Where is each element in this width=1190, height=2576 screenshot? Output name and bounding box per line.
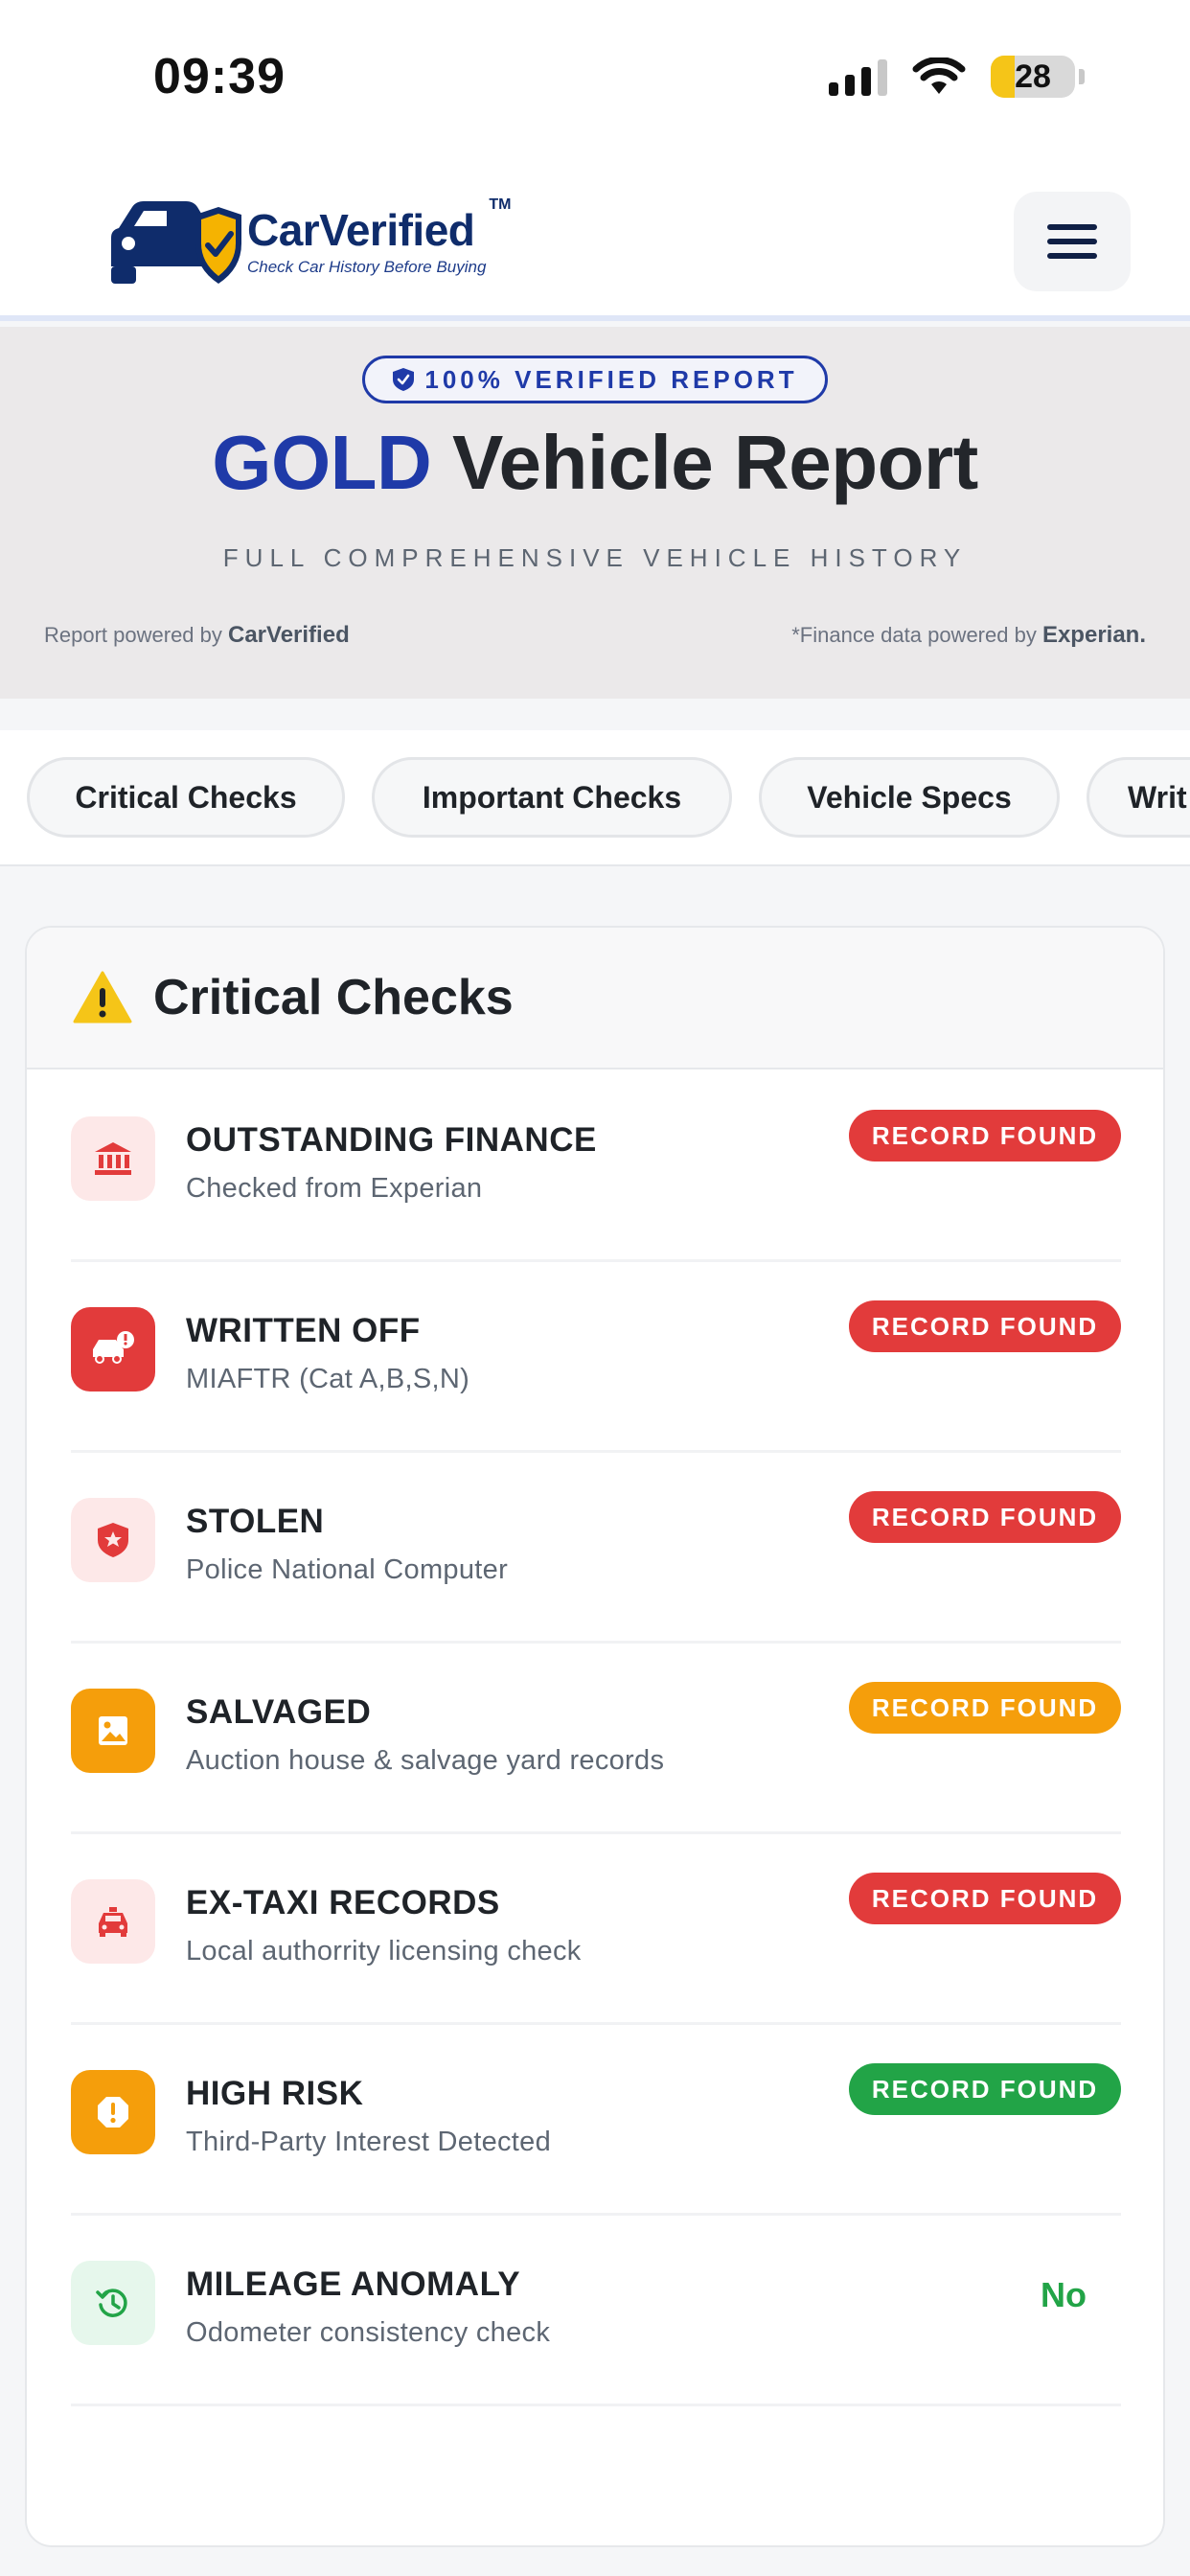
taxi-icon: [71, 1879, 155, 1964]
check-title: WRITTEN OFF: [186, 1312, 421, 1349]
wifi-icon: [912, 58, 966, 94]
report-hero: 100% VERIFIED REPORT GOLD Vehicle Report…: [0, 327, 1190, 699]
page-title: GOLD Vehicle Report: [0, 419, 1190, 507]
verified-report-badge: 100% VERIFIED REPORT: [362, 356, 828, 403]
check-source: MIAFTR (Cat A,B,S,N): [186, 1364, 470, 1394]
car-crash-icon: [71, 1307, 155, 1392]
verified-badge-text: 100% VERIFIED REPORT: [424, 364, 798, 394]
alert-octagon-icon: [71, 2070, 155, 2154]
status-bar: 09:39 28: [0, 0, 1190, 163]
hamburger-menu-button[interactable]: [1014, 192, 1131, 291]
status-badge: RECORD FOUND: [849, 1110, 1121, 1162]
image-icon: [71, 1689, 155, 1773]
status-badge: RECORD FOUND: [849, 1491, 1121, 1543]
menu-icon: [1047, 224, 1097, 230]
check-row: OUTSTANDING FINANCE Checked from Experian…: [71, 1071, 1121, 1262]
check-row: STOLEN Police National Computer RECORD FOU…: [71, 1453, 1121, 1644]
title-highlight: GOLD: [212, 420, 432, 505]
carverified-logo[interactable]: CarVerified TM Check Car History Before …: [100, 182, 535, 299]
logo-tagline: Check Car History Before Buying: [247, 258, 487, 276]
report-powered-by: Report powered by CarVerified: [44, 622, 350, 649]
car-shield-logo-icon: [100, 188, 243, 293]
powered-left-prefix: Report powered by: [44, 623, 228, 647]
check-row: WRITTEN OFF MIAFTR (Cat A,B,S,N) RECORD FO…: [71, 1262, 1121, 1453]
check-title: OUTSTANDING FINANCE: [186, 1121, 597, 1159]
powered-right-brand: Experian.: [1041, 622, 1146, 648]
check-title: HIGH RISK: [186, 2075, 364, 2112]
police-shield-icon: [71, 1498, 155, 1582]
history-icon: [71, 2261, 155, 2345]
check-title: SALVAGED: [186, 1693, 372, 1731]
check-source: Police National Computer: [186, 1554, 509, 1585]
title-rest: Vehicle Report: [431, 420, 978, 505]
page-subtitle: FULL COMPREHENSIVE VEHICLE HISTORY: [222, 543, 968, 572]
shield-check-icon: [393, 368, 415, 391]
status-badge: RECORD FOUND: [849, 1682, 1121, 1734]
check-source: Local authorrity licensing check: [186, 1936, 582, 1966]
critical-checks-card: Critical Checks OUTSTANDING FINANCE Check…: [25, 926, 1165, 2547]
tab-critical-checks[interactable]: Critical Checks: [27, 757, 345, 838]
check-row: EX-TAXI RECORDS Local authorrity licensin…: [71, 1834, 1121, 2025]
status-badge: RECORD FOUND: [849, 2063, 1121, 2115]
check-row: SALVAGED Auction house & salvage yard rec…: [71, 1644, 1121, 1834]
warning-icon: [73, 971, 132, 1024]
card-title: Critical Checks: [153, 970, 514, 1025]
check-source: Odometer consistency check: [186, 2317, 551, 2348]
check-title: MILEAGE ANOMALY: [186, 2266, 521, 2303]
status-time: 09:39: [153, 49, 286, 104]
check-source: Third-Party Interest Detected: [186, 2127, 552, 2157]
logo-name: CarVerified: [247, 205, 475, 255]
battery-indicator: 28: [991, 56, 1075, 98]
status-badge: RECORD FOUND: [849, 1873, 1121, 1924]
card-header: Critical Checks: [27, 928, 1163, 1070]
status-icons: 28: [829, 56, 1085, 98]
tab-important-checks[interactable]: Important Checks: [372, 757, 732, 838]
logo-trademark: TM: [489, 196, 512, 213]
cellular-signal-icon: [829, 58, 887, 96]
check-row: MILEAGE ANOMALY Odometer consistency chec…: [71, 2216, 1121, 2406]
finance-powered-by: *Finance data powered by Experian.: [791, 622, 1146, 649]
status-value: No: [1041, 2275, 1087, 2314]
tab-written-off[interactable]: Writ: [1087, 757, 1190, 838]
check-source: Checked from Experian: [186, 1173, 483, 1204]
check-title: EX-TAXI RECORDS: [186, 1884, 500, 1921]
site-header: CarVerified TM Check Car History Before …: [0, 163, 1190, 321]
status-badge: RECORD FOUND: [849, 1300, 1121, 1352]
battery-tip: [1079, 69, 1085, 84]
section-tabs: Critical Checks Important Checks Vehicle…: [0, 730, 1190, 866]
logo-wordmark: CarVerified TM Check Car History Before …: [247, 196, 511, 277]
check-title: STOLEN: [186, 1503, 325, 1540]
powered-right-prefix: *Finance data powered by: [791, 623, 1042, 647]
check-source: Auction house & salvage yard records: [186, 1745, 665, 1776]
battery-level: 28: [1015, 58, 1051, 95]
tab-vehicle-specs[interactable]: Vehicle Specs: [759, 757, 1060, 838]
powered-left-brand: CarVerified: [228, 622, 350, 648]
bank-icon: [71, 1116, 155, 1201]
check-row: HIGH RISK Third-Party Interest Detected RE…: [71, 2025, 1121, 2216]
